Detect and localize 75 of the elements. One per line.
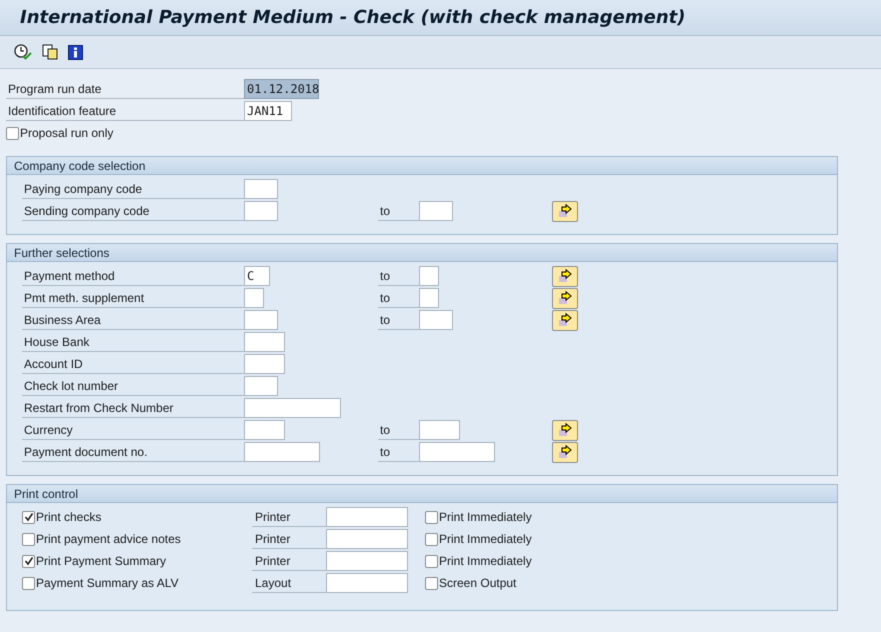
window-title: International Payment Medium - Check (with check management)	[20, 6, 686, 30]
copy-icon[interactable]	[42, 44, 58, 60]
arrow-icon	[557, 313, 573, 327]
checkbox[interactable]	[22, 510, 35, 524]
input-field[interactable]	[244, 376, 278, 396]
checkbox-label: Print Immediately	[439, 553, 532, 570]
check-icon	[24, 556, 34, 566]
checkbox[interactable]	[22, 554, 35, 568]
field-label: Payment method	[22, 266, 244, 286]
field-label: Restart from Check Number	[22, 398, 244, 418]
input-field[interactable]	[244, 288, 264, 308]
multiple-selection-button[interactable]	[552, 442, 578, 462]
checkbox[interactable]	[425, 576, 438, 590]
checkbox[interactable]	[425, 510, 438, 524]
input-field[interactable]	[326, 551, 408, 571]
input-field[interactable]	[419, 266, 439, 286]
field-label: Program run date	[6, 79, 244, 99]
multiple-selection-button[interactable]	[552, 420, 578, 440]
checkbox[interactable]	[425, 532, 438, 546]
input-field[interactable]	[244, 179, 278, 199]
field-label: Check lot number	[22, 376, 244, 396]
checkbox-label: Payment Summary as ALV	[36, 575, 178, 592]
checkbox[interactable]	[22, 576, 35, 590]
check-icon	[24, 512, 34, 522]
input-field[interactable]	[244, 420, 285, 440]
input-field[interactable]	[419, 420, 460, 440]
field-label: Identification feature	[6, 101, 244, 121]
checkbox-label: Proposal run only	[20, 125, 114, 142]
arrow-icon	[557, 423, 573, 437]
multiple-selection-button[interactable]	[552, 200, 578, 222]
arrow-icon	[557, 445, 573, 459]
field-label: Sending company code	[22, 201, 244, 221]
multiple-selection-button[interactable]	[552, 266, 578, 286]
input-field[interactable]: JAN11	[244, 101, 292, 121]
field-label: Account ID	[22, 354, 244, 374]
arrow-icon	[557, 204, 573, 218]
arrow-icon	[557, 291, 573, 305]
field-label: Pmt meth. supplement	[22, 288, 244, 308]
input-field[interactable]: 01.12.2018	[244, 79, 319, 99]
input-field[interactable]	[244, 201, 278, 221]
field-label: House Bank	[22, 332, 244, 352]
multiple-selection-button[interactable]	[552, 310, 578, 330]
checkbox-label: Print Immediately	[439, 531, 532, 548]
checkbox[interactable]	[425, 554, 438, 568]
input-field[interactable]	[244, 354, 285, 374]
checkbox-label: Print payment advice notes	[36, 531, 181, 548]
checkbox-label: Print checks	[36, 509, 102, 526]
info-icon[interactable]	[68, 44, 83, 60]
input-field[interactable]	[326, 529, 408, 549]
execute-icon[interactable]	[14, 44, 32, 60]
group-header: Further selections	[7, 244, 837, 262]
checkbox-label: Print Payment Summary	[36, 553, 166, 570]
input-field[interactable]	[244, 442, 320, 462]
field-label: Currency	[22, 420, 244, 440]
field-label: Business Area	[22, 310, 244, 330]
field-label: Payment document no.	[22, 442, 244, 462]
input-field[interactable]	[326, 507, 408, 527]
input-field[interactable]	[244, 332, 285, 352]
group-header: Print control	[7, 485, 837, 503]
checkbox[interactable]	[22, 532, 35, 546]
input-field[interactable]	[419, 288, 439, 308]
field-label: Paying company code	[22, 179, 244, 199]
input-field[interactable]	[244, 310, 278, 330]
checkbox[interactable]	[6, 126, 19, 140]
input-field[interactable]	[244, 398, 341, 418]
input-field[interactable]: C	[244, 266, 270, 286]
input-field[interactable]	[419, 310, 453, 330]
input-field[interactable]	[326, 573, 408, 593]
input-field[interactable]	[419, 201, 453, 221]
checkbox-label: Print Immediately	[439, 509, 532, 526]
input-field[interactable]	[419, 442, 495, 462]
arrow-icon	[557, 269, 573, 283]
multiple-selection-button[interactable]	[552, 288, 578, 308]
group-header: Company code selection	[7, 157, 837, 175]
checkbox-label: Screen Output	[439, 575, 516, 592]
